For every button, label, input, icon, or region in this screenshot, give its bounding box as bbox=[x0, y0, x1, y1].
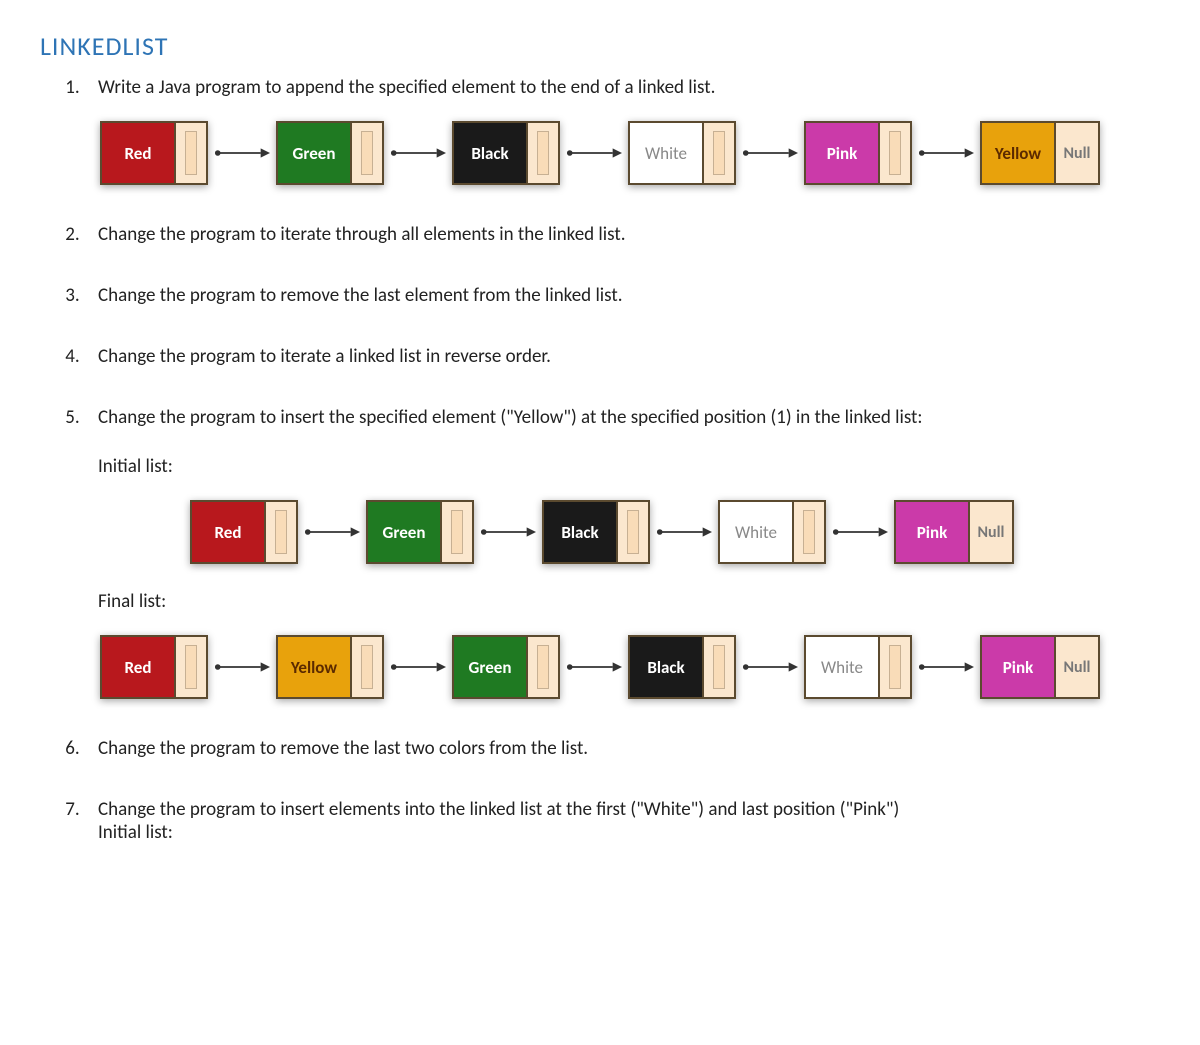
arrow-icon bbox=[566, 658, 622, 676]
arrow-icon bbox=[390, 658, 446, 676]
question-4: Change the program to iterate a linked l… bbox=[84, 345, 1160, 368]
node-pointer bbox=[176, 121, 208, 185]
linkedlist-node: White bbox=[804, 635, 912, 699]
question-3: Change the program to remove the last el… bbox=[84, 284, 1160, 307]
arrow-icon bbox=[742, 144, 798, 162]
linkedlist-node: Pink bbox=[804, 121, 912, 185]
linkedlist-node: Yellow bbox=[276, 635, 384, 699]
question-7: Change the program to insert elements in… bbox=[84, 798, 1160, 844]
arrow-icon bbox=[832, 523, 888, 541]
initial-list-label: Initial list: bbox=[98, 455, 1160, 478]
node-pointer bbox=[704, 635, 736, 699]
node-color: Pink bbox=[980, 635, 1056, 699]
question-text: Write a Java program to append the speci… bbox=[98, 76, 715, 99]
node-color: White bbox=[718, 500, 794, 564]
linkedlist-node: White bbox=[718, 500, 826, 564]
linkedlist-node: YellowNull bbox=[980, 121, 1100, 185]
question-list: Write a Java program to append the speci… bbox=[84, 76, 1160, 844]
question-text: Change the program to iterate through al… bbox=[98, 223, 626, 246]
node-pointer bbox=[266, 500, 298, 564]
arrow-icon bbox=[918, 658, 974, 676]
node-pointer bbox=[176, 635, 208, 699]
arrow-icon bbox=[214, 144, 270, 162]
linkedlist-node: Black bbox=[542, 500, 650, 564]
linkedlist-node: White bbox=[628, 121, 736, 185]
node-color: Green bbox=[366, 500, 442, 564]
node-color: Black bbox=[628, 635, 704, 699]
node-pointer bbox=[352, 121, 384, 185]
node-color: White bbox=[628, 121, 704, 185]
linkedlist-node: PinkNull bbox=[894, 500, 1014, 564]
arrow-icon bbox=[566, 144, 622, 162]
diagram-q5-final: Red Yellow Green Black White PinkNull bbox=[100, 635, 1160, 699]
node-pointer bbox=[794, 500, 826, 564]
node-pointer bbox=[880, 121, 912, 185]
diagram-q5-initial: Red Green Black White PinkNull bbox=[190, 500, 1160, 564]
question-text: Change the program to iterate a linked l… bbox=[98, 345, 551, 368]
node-color: Black bbox=[542, 500, 618, 564]
node-color: Green bbox=[276, 121, 352, 185]
node-pointer bbox=[442, 500, 474, 564]
linkedlist-node: Red bbox=[100, 121, 208, 185]
node-pointer bbox=[618, 500, 650, 564]
question-text: Change the program to remove the last el… bbox=[98, 284, 623, 307]
arrow-icon bbox=[742, 658, 798, 676]
arrow-icon bbox=[304, 523, 360, 541]
arrow-icon bbox=[656, 523, 712, 541]
page-title: LINKEDLIST bbox=[40, 30, 1160, 62]
node-null: Null bbox=[970, 500, 1014, 564]
node-pointer bbox=[704, 121, 736, 185]
node-color: Black bbox=[452, 121, 528, 185]
question-text: Change the program to remove the last tw… bbox=[98, 737, 588, 760]
node-pointer bbox=[528, 121, 560, 185]
node-null: Null bbox=[1056, 635, 1100, 699]
initial-list-label: Initial list: bbox=[98, 821, 1160, 844]
linkedlist-node: Red bbox=[100, 635, 208, 699]
node-pointer bbox=[528, 635, 560, 699]
question-text: Change the program to insert the specifi… bbox=[98, 406, 923, 429]
question-6: Change the program to remove the last tw… bbox=[84, 737, 1160, 760]
node-color: Pink bbox=[894, 500, 970, 564]
arrow-icon bbox=[390, 144, 446, 162]
linkedlist-node: PinkNull bbox=[980, 635, 1100, 699]
question-text: Change the program to insert elements in… bbox=[98, 798, 899, 821]
arrow-icon bbox=[918, 144, 974, 162]
node-color: Yellow bbox=[276, 635, 352, 699]
node-pointer bbox=[352, 635, 384, 699]
node-color: Yellow bbox=[980, 121, 1056, 185]
node-color: Red bbox=[100, 635, 176, 699]
question-5: Change the program to insert the specifi… bbox=[84, 406, 1160, 699]
diagram-q1: Red Green Black White Pink YellowNull bbox=[100, 121, 1160, 185]
node-color: Green bbox=[452, 635, 528, 699]
final-list-label: Final list: bbox=[98, 590, 1160, 613]
node-color: White bbox=[804, 635, 880, 699]
arrow-icon bbox=[480, 523, 536, 541]
linkedlist-node: Black bbox=[628, 635, 736, 699]
question-2: Change the program to iterate through al… bbox=[84, 223, 1160, 246]
node-null: Null bbox=[1056, 121, 1100, 185]
arrow-icon bbox=[214, 658, 270, 676]
linkedlist-node: Red bbox=[190, 500, 298, 564]
linkedlist-node: Green bbox=[366, 500, 474, 564]
node-color: Red bbox=[100, 121, 176, 185]
linkedlist-node: Green bbox=[452, 635, 560, 699]
node-pointer bbox=[880, 635, 912, 699]
node-color: Red bbox=[190, 500, 266, 564]
linkedlist-node: Green bbox=[276, 121, 384, 185]
question-1: Write a Java program to append the speci… bbox=[84, 76, 1160, 185]
linkedlist-node: Black bbox=[452, 121, 560, 185]
node-color: Pink bbox=[804, 121, 880, 185]
